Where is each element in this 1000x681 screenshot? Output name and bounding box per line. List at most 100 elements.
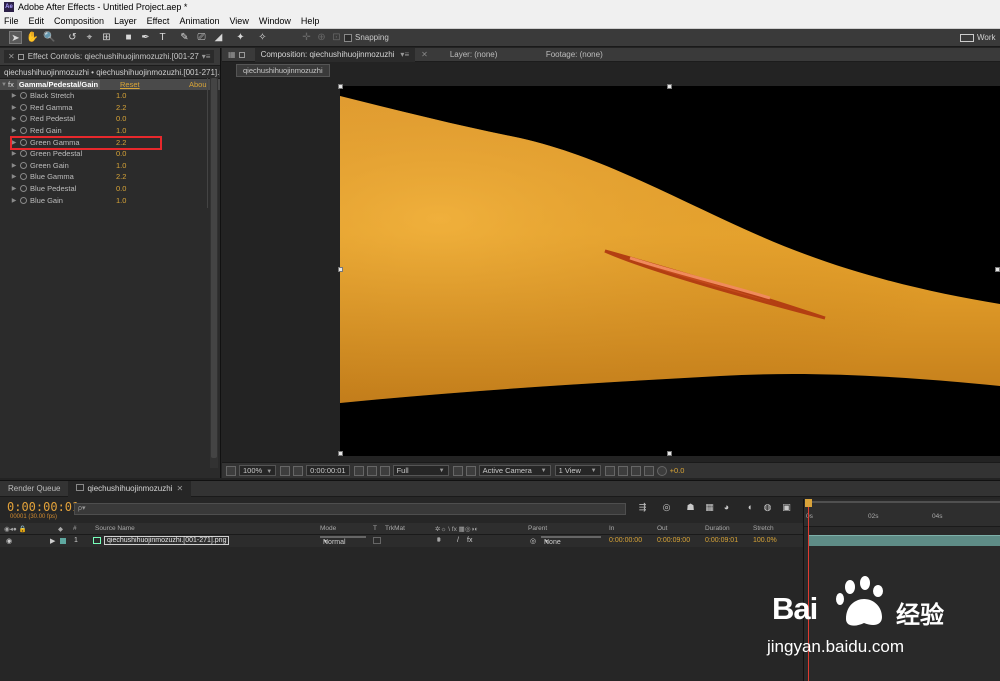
stopwatch-icon[interactable]: [20, 127, 27, 135]
stopwatch-icon[interactable]: [20, 150, 27, 158]
eraser-tool-icon[interactable]: ◢: [212, 31, 225, 44]
av-features-icon[interactable]: ◉◂● 🔒: [4, 525, 27, 533]
transform-handle[interactable]: [338, 267, 343, 272]
camera-tool-icon[interactable]: ⌖: [83, 31, 96, 44]
time-ruler[interactable]: 0s 02s 04s: [804, 503, 1000, 527]
panel-menu-icon[interactable]: ▾≡: [202, 52, 211, 61]
expand-triangle-icon[interactable]: ▶: [10, 150, 18, 157]
param-value[interactable]: 1.0: [116, 161, 126, 170]
expand-triangle-icon[interactable]: ▶: [10, 197, 18, 204]
menu-effect[interactable]: Effect: [147, 16, 170, 26]
close-tab-button[interactable]: ✕: [415, 48, 434, 62]
color-channel-icon[interactable]: [379, 465, 390, 476]
reset-link[interactable]: Reset: [120, 80, 140, 89]
expand-triangle-icon[interactable]: ▼: [0, 82, 8, 88]
menu-window[interactable]: Window: [259, 16, 291, 26]
roto-brush-tool-icon[interactable]: ✦: [234, 31, 247, 44]
layer-duration-bar[interactable]: [808, 535, 1000, 546]
param-row-red-pedestal[interactable]: ▶ Red Pedestal 0.0: [0, 113, 220, 125]
effect-panel-scrollbar[interactable]: [210, 78, 218, 468]
axis-mode-icon[interactable]: ✛: [300, 31, 313, 44]
snapshot-camera-icon[interactable]: [353, 465, 364, 476]
param-value[interactable]: 1.0: [116, 91, 126, 100]
effect-controls-tab[interactable]: ✕ Effect Controls: qiechushihuojinmozuzh…: [4, 50, 215, 63]
label-color-swatch[interactable]: [60, 538, 66, 544]
close-icon[interactable]: ▦: [228, 50, 236, 59]
eye-icon[interactable]: ◉: [6, 537, 12, 545]
about-link[interactable]: Abou: [189, 80, 207, 89]
menu-help[interactable]: Help: [301, 16, 320, 26]
zoom-tool-icon[interactable]: 🔍: [43, 31, 56, 44]
fast-previews-icon[interactable]: [617, 465, 628, 476]
magnification-dropdown[interactable]: 100% ▼: [239, 465, 277, 476]
layer-search-input[interactable]: ρ▾: [74, 503, 626, 515]
expand-triangle-icon[interactable]: ▶: [10, 185, 18, 192]
selection-tool-icon[interactable]: ➤: [9, 31, 22, 44]
shy-switch-icon[interactable]: ⩩: [437, 537, 441, 545]
param-row-red-gamma[interactable]: ▶ Red Gamma 2.2: [0, 102, 220, 114]
layer-out[interactable]: 0:00:09:00: [657, 537, 690, 544]
expand-triangle-icon[interactable]: ▶: [10, 173, 18, 180]
composition-viewer[interactable]: [340, 86, 1000, 456]
effect-header-row[interactable]: ▼ fx Gamma/Pedestal/Gain Reset Abou: [0, 79, 220, 90]
param-value[interactable]: 0.0: [116, 184, 126, 193]
stopwatch-icon[interactable]: [20, 173, 27, 181]
current-time-field[interactable]: 0:00:00:01: [306, 465, 350, 476]
lock-icon[interactable]: [238, 51, 245, 58]
resolution-dropdown[interactable]: Full ▼: [392, 465, 449, 476]
stopwatch-icon[interactable]: [20, 196, 27, 204]
expand-triangle-icon[interactable]: ▶: [50, 537, 55, 545]
layer-mode-dropdown[interactable]: Normal ▼: [320, 536, 366, 546]
draft-3d-icon[interactable]: ◎: [660, 502, 673, 515]
pan-behind-tool-icon[interactable]: ⊞: [100, 31, 113, 44]
stopwatch-icon[interactable]: [20, 92, 27, 100]
view-axis-icon[interactable]: ⊡: [330, 31, 343, 44]
clone-stamp-tool-icon[interactable]: ⎚: [195, 31, 208, 44]
param-row-black-stretch[interactable]: ▶ Black Stretch 1.0: [0, 90, 220, 102]
layer-name[interactable]: qiechushihuojinmozuzhi.[001-271].png: [104, 536, 230, 545]
camera-dropdown[interactable]: Active Camera ▼: [478, 465, 551, 476]
column-out[interactable]: Out: [657, 525, 667, 532]
rectangle-tool-icon[interactable]: ■: [122, 31, 135, 44]
param-row-blue-gain[interactable]: ▶ Blue Gain 1.0: [0, 194, 220, 206]
snapping-checkbox[interactable]: [344, 33, 352, 42]
param-value[interactable]: 2.2: [116, 103, 126, 112]
param-value[interactable]: 0.0: [116, 114, 126, 123]
transform-handle[interactable]: [667, 451, 672, 456]
workspace-selector[interactable]: Work: [960, 33, 996, 42]
column-stretch[interactable]: Stretch: [753, 525, 774, 532]
comp-flowchart-tab[interactable]: qiechushihuojinmozuzhi: [236, 64, 330, 77]
view-layout-dropdown[interactable]: 1 View ▼: [554, 465, 601, 476]
lock-icon[interactable]: [17, 53, 24, 60]
menu-animation[interactable]: Animation: [179, 16, 219, 26]
graph-editor-icon[interactable]: ◐: [744, 502, 757, 515]
exposure-icon[interactable]: [656, 465, 667, 476]
stopwatch-icon[interactable]: [20, 103, 27, 111]
tab-timeline-comp[interactable]: qiechushihuojinmozuzhi ✕: [68, 480, 192, 497]
fx-switch-icon[interactable]: fx: [467, 537, 472, 544]
transform-handle[interactable]: [338, 451, 343, 456]
close-icon[interactable]: ✕: [176, 484, 183, 493]
expand-triangle-icon[interactable]: ▶: [10, 104, 18, 111]
param-row-red-gain[interactable]: ▶ Red Gain 1.0: [0, 125, 220, 137]
current-timecode[interactable]: 0:00:00:01: [7, 500, 79, 514]
exposure-value[interactable]: +0.0: [670, 466, 685, 475]
mask-visibility-icon[interactable]: [293, 465, 304, 476]
parent-dropdown[interactable]: None ▼: [541, 536, 601, 546]
toggle-pixel-aspect-icon[interactable]: [604, 465, 615, 476]
hand-tool-icon[interactable]: ✋: [26, 31, 39, 44]
show-snapshot-icon[interactable]: [366, 465, 377, 476]
region-of-interest-icon[interactable]: [452, 465, 463, 476]
param-value[interactable]: 1.0: [116, 196, 126, 205]
param-value[interactable]: 0.0: [116, 149, 126, 158]
expand-triangle-icon[interactable]: ▶: [10, 162, 18, 169]
comp-panel-menu[interactable]: ▦: [222, 48, 255, 62]
brush-tool-icon[interactable]: ✎: [178, 31, 191, 44]
frame-blending-icon[interactable]: ▦: [703, 502, 716, 515]
auto-keyframe-icon[interactable]: ▣: [780, 502, 793, 515]
stopwatch-icon[interactable]: [20, 185, 27, 193]
param-row-green-gain[interactable]: ▶ Green Gain 1.0: [0, 160, 220, 172]
tab-composition[interactable]: Composition: qiechushihuojinmozuzhi ▾≡: [254, 47, 416, 62]
layer-in[interactable]: 0:00:00:00: [609, 537, 642, 544]
fx-icon[interactable]: fx: [8, 80, 14, 89]
